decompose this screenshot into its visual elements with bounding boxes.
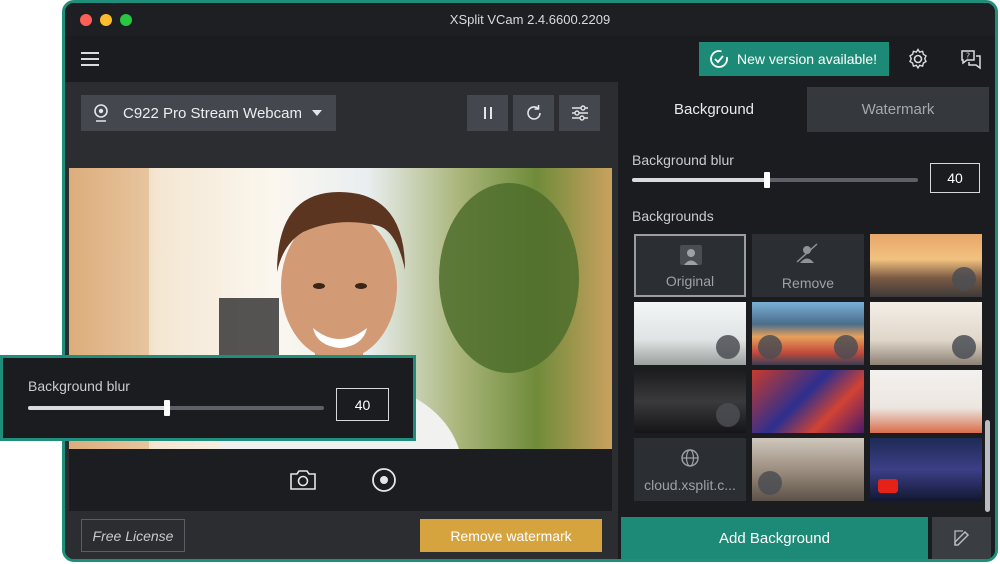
person-icon (680, 245, 702, 265)
add-background-button[interactable]: Add Background (621, 517, 928, 559)
background-tile-dark-stage[interactable] (634, 370, 746, 433)
slider-fill (632, 178, 767, 182)
refresh-icon (526, 105, 541, 120)
update-available-button[interactable]: New version available! (699, 42, 889, 76)
tile-label: cloud.xsplit.c... (644, 477, 736, 493)
app-header: New version available! ? (65, 36, 995, 82)
camera-select-value: C922 Pro Stream Webcam (123, 104, 302, 122)
sliders-icon (571, 105, 588, 121)
background-blur-input[interactable]: 40 (930, 163, 980, 193)
background-tile-beach-sunset[interactable] (870, 234, 982, 297)
window-title: XSplit VCam 2.4.6600.2209 (449, 12, 611, 27)
people-icon (716, 335, 740, 359)
background-tile-neon[interactable] (752, 370, 864, 433)
slider-fill (28, 406, 168, 410)
remove-background-icon (796, 243, 818, 263)
backgrounds-label: Backgrounds (632, 208, 714, 224)
people-icon (952, 335, 976, 359)
chevron-down-icon (312, 110, 322, 116)
camera-settings-button[interactable] (559, 95, 600, 131)
refresh-button[interactable] (513, 95, 554, 131)
play-icon (758, 471, 782, 495)
tab-background[interactable]: Background (623, 87, 805, 132)
background-blur-slider[interactable] (632, 172, 918, 188)
refresh-check-icon (710, 50, 728, 68)
free-license-button[interactable]: Free License (81, 519, 185, 552)
background-tile-bright-room[interactable] (870, 370, 982, 433)
background-tile-white-room[interactable] (634, 302, 746, 365)
background-tile-loft-video[interactable] (752, 438, 864, 501)
callout-blur-slider[interactable] (28, 400, 324, 416)
people-icon (716, 403, 740, 427)
people-icon (952, 267, 976, 291)
background-tile-original[interactable]: Original (634, 234, 746, 297)
camera-select[interactable]: C922 Pro Stream Webcam (81, 95, 336, 131)
tile-label: Remove (781, 275, 835, 291)
slider-thumb[interactable] (164, 400, 170, 416)
pause-button[interactable] (467, 95, 508, 131)
blur-callout-panel: Background blur 40 (0, 355, 416, 441)
background-tile-office[interactable] (870, 302, 982, 365)
pencil-icon (953, 530, 969, 546)
background-tile-mountain-video[interactable] (752, 302, 864, 365)
title-bar: XSplit VCam 2.4.6600.2209 (65, 3, 995, 36)
backgrounds-scrollbar[interactable] (985, 420, 990, 512)
background-tile-youtube[interactable] (870, 438, 982, 501)
callout-blur-label: Background blur (28, 378, 130, 394)
remove-watermark-button[interactable]: Remove watermark (420, 519, 602, 552)
webcam-icon (94, 104, 108, 122)
background-blur-label: Background blur (632, 152, 734, 168)
background-tile-remove[interactable]: Remove (752, 234, 864, 297)
hamburger-icon[interactable] (79, 49, 101, 69)
settings-panel: Background Watermark Background blur 40 … (618, 82, 995, 559)
update-label: New version available! (737, 51, 878, 67)
gear-icon[interactable] (906, 47, 930, 71)
backgrounds-grid: Original Remove cloud.xsplit.c... (634, 234, 984, 510)
globe-icon (681, 449, 699, 467)
app-window: XSplit VCam 2.4.6600.2209 New version av… (62, 0, 998, 562)
play-icon (758, 335, 782, 359)
edit-background-button[interactable] (932, 517, 991, 559)
preview-panel: C922 Pro Stream Webcam Free License Remo… (65, 82, 618, 559)
record-icon[interactable] (369, 466, 399, 494)
preview-toolbar (69, 449, 612, 511)
help-chat-icon[interactable]: ? (959, 47, 983, 71)
tab-watermark[interactable]: Watermark (807, 87, 989, 132)
camera-icon[interactable] (288, 466, 318, 494)
svg-text:?: ? (966, 52, 970, 61)
pause-icon (483, 107, 492, 119)
background-tile-cloud[interactable]: cloud.xsplit.c... (634, 438, 746, 501)
tile-label: Original (665, 273, 715, 289)
youtube-icon (878, 479, 898, 493)
slider-thumb[interactable] (764, 172, 770, 188)
callout-blur-input[interactable]: 40 (336, 388, 389, 421)
people-icon (834, 335, 858, 359)
